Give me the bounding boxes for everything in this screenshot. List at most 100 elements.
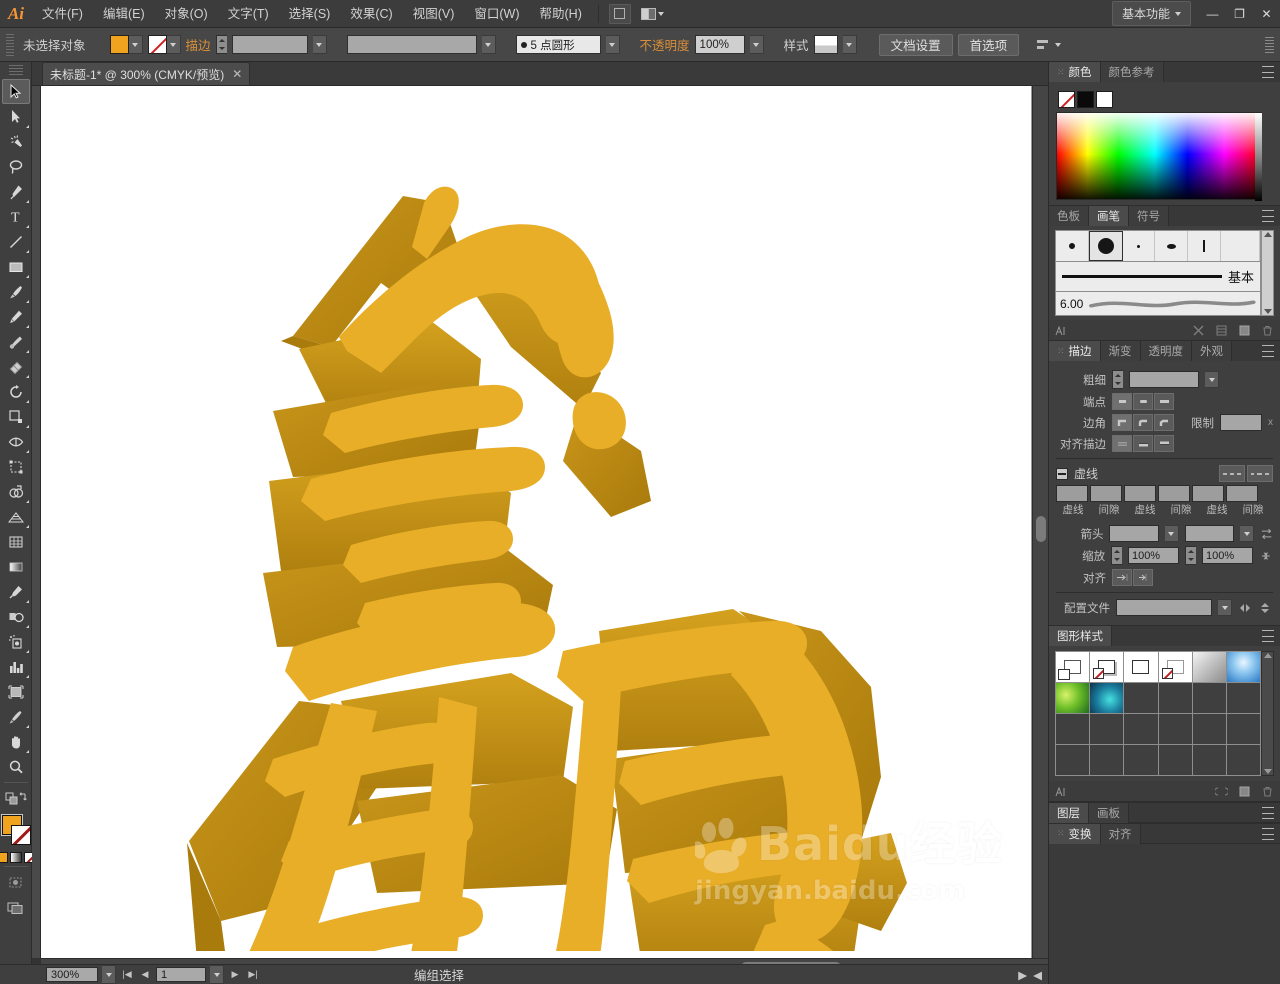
stroke-weight-value-field[interactable]	[1129, 371, 1199, 388]
brush-options-icon[interactable]	[1215, 324, 1228, 337]
lasso-tool[interactable]	[2, 154, 30, 179]
panel-menu-icon[interactable]	[1262, 66, 1276, 78]
align-center-stroke-icon[interactable]	[1112, 435, 1132, 452]
selection-tool[interactable]	[1, 79, 30, 104]
link-arrow-scales-icon[interactable]	[1259, 549, 1273, 563]
width-profile-dropdown-icon[interactable]	[481, 35, 496, 54]
tab-gradient[interactable]: 渐变	[1100, 341, 1141, 361]
hand-tool[interactable]	[2, 729, 30, 754]
artboard-dropdown-icon[interactable]	[210, 965, 224, 984]
rotate-tool[interactable]	[2, 379, 30, 404]
extend-arrow-beyond-end-icon[interactable]	[1112, 569, 1132, 586]
tools-panel-grip[interactable]	[8, 65, 23, 76]
rectangle-tool[interactable]	[2, 254, 30, 279]
eyedropper-tool[interactable]	[2, 579, 30, 604]
close-button[interactable]: ✕	[1253, 3, 1280, 25]
line-segment-tool[interactable]	[2, 229, 30, 254]
transform-panel-menu-icon[interactable]	[1262, 828, 1276, 840]
layers-panel-menu-icon[interactable]	[1262, 807, 1276, 819]
stroke-weight-field[interactable]	[231, 35, 308, 54]
canvas-area[interactable]: Baidu经验 jingyan.baidu.com	[41, 86, 1048, 958]
break-link-style-icon[interactable]	[1215, 785, 1228, 798]
paintbrush-tool[interactable]	[2, 279, 30, 304]
styles-libraries-icon[interactable]	[1055, 785, 1068, 798]
prev-page-button[interactable]: ◀	[138, 967, 152, 982]
graphic-style-plain[interactable]	[1124, 652, 1158, 682]
menu-view[interactable]: 视图(V)	[403, 0, 465, 28]
fill-swatch[interactable]	[109, 35, 129, 54]
stroke-weight-stepper[interactable]	[215, 35, 227, 54]
vertical-scroll-thumb[interactable]	[1036, 516, 1046, 542]
status-message[interactable]: 编组选择	[414, 965, 464, 984]
profile-field[interactable]	[1116, 599, 1212, 616]
flip-profile-along-icon[interactable]	[1258, 601, 1272, 615]
stroke-swatch-control[interactable]	[147, 35, 181, 54]
remove-brush-stroke-icon[interactable]	[1192, 324, 1205, 337]
brush-definition-field[interactable]: 5 点圆形	[515, 35, 601, 54]
artboard-tool[interactable]	[2, 679, 30, 704]
brush-item-oval[interactable]	[1155, 231, 1189, 261]
free-transform-tool[interactable]	[2, 454, 30, 479]
stroke-color-swatch[interactable]	[10, 825, 31, 845]
fill-stroke-swap-icon[interactable]	[2, 786, 30, 811]
mesh-tool[interactable]	[2, 529, 30, 554]
scale-tool[interactable]	[2, 404, 30, 429]
graphic-styles-menu-icon[interactable]	[1262, 630, 1276, 642]
brush-size-row[interactable]: 6.00	[1055, 292, 1261, 316]
tab-color[interactable]: ⁙ 颜色	[1049, 62, 1101, 82]
color-spectrum[interactable]	[1056, 112, 1262, 201]
dash-field-3[interactable]	[1192, 485, 1224, 502]
flip-profile-across-icon[interactable]	[1238, 601, 1252, 615]
arrow-scale-stepper-1[interactable]	[1111, 546, 1122, 565]
stroke-weight-dd-icon[interactable]	[1205, 371, 1219, 388]
graphic-styles-scrollbar[interactable]	[1261, 651, 1274, 776]
eraser-tool[interactable]	[2, 354, 30, 379]
dash-preserve-exact-icon[interactable]	[1219, 465, 1245, 482]
round-cap-icon[interactable]	[1133, 393, 1153, 410]
graphic-style-drop-shadow[interactable]	[1090, 652, 1124, 682]
butt-cap-icon[interactable]	[1112, 393, 1132, 410]
document-tab[interactable]: 未标题-1* @ 300% (CMYK/预览) ✕	[42, 62, 251, 85]
tab-symbols[interactable]: 符号	[1129, 206, 1169, 226]
style-dropdown-icon[interactable]	[842, 35, 857, 54]
stroke-weight-stepper-2[interactable]	[1112, 370, 1123, 389]
stroke-panel-menu-icon[interactable]	[1262, 345, 1276, 357]
drawing-mode-icon[interactable]	[2, 870, 30, 895]
bevel-join-icon[interactable]	[1154, 414, 1174, 431]
artboard-number-field[interactable]: 1	[156, 967, 206, 982]
swatch-none[interactable]	[1058, 91, 1075, 108]
tab-brushes[interactable]: 画笔	[1089, 206, 1129, 226]
preferences-button[interactable]: 首选项	[957, 33, 1020, 56]
opacity-label[interactable]: 不透明度	[640, 35, 690, 54]
align-control[interactable]	[1035, 37, 1062, 53]
swatch-black[interactable]	[1077, 91, 1094, 108]
canvas-vertical-scrollbar[interactable]	[1032, 86, 1048, 958]
workspace-switcher[interactable]: 基本功能	[1111, 1, 1191, 26]
gradient-tool[interactable]	[2, 554, 30, 579]
new-style-icon[interactable]	[1238, 785, 1251, 798]
document-setup-button[interactable]: 文档设置	[878, 33, 953, 56]
brushes-scrollbar[interactable]	[1261, 230, 1274, 316]
graphic-style-none-inner[interactable]	[1158, 652, 1192, 682]
round-join-icon[interactable]	[1133, 414, 1153, 431]
minimize-button[interactable]: —	[1199, 3, 1226, 25]
menu-type[interactable]: 文字(T)	[218, 0, 279, 28]
next-page-button[interactable]: ▶	[228, 967, 242, 982]
restore-button[interactable]: ❐	[1226, 3, 1253, 25]
width-tool[interactable]	[2, 429, 30, 454]
projecting-cap-icon[interactable]	[1154, 393, 1174, 410]
new-brush-icon[interactable]	[1238, 324, 1251, 337]
menu-help[interactable]: 帮助(H)	[530, 0, 592, 28]
magic-wand-tool[interactable]	[2, 129, 30, 154]
bridge-icon[interactable]	[608, 3, 631, 24]
arrowhead-start-field[interactable]	[1109, 525, 1160, 542]
status-nav-arrows[interactable]: ▶ ◀	[1018, 968, 1042, 982]
tab-layers[interactable]: 图层	[1049, 802, 1089, 823]
opacity-dropdown-icon[interactable]	[749, 35, 764, 54]
control-bar-overflow[interactable]	[1265, 36, 1274, 53]
blob-brush-tool[interactable]	[2, 329, 30, 354]
artwork-3d-text[interactable]	[181, 141, 921, 951]
swap-arrowheads-icon[interactable]	[1260, 527, 1273, 541]
zoom-tool[interactable]	[2, 754, 30, 779]
brush-basic-row[interactable]: 基本	[1055, 262, 1261, 292]
